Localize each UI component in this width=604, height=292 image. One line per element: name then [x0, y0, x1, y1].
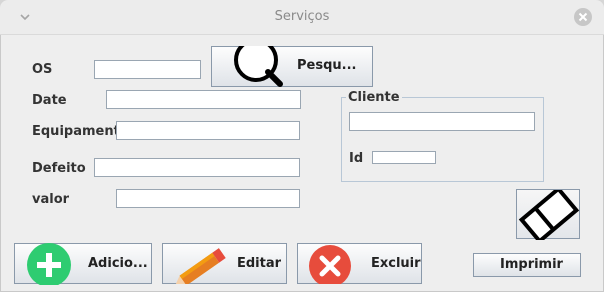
- value-label: valor: [32, 192, 70, 207]
- date-field[interactable]: [106, 90, 301, 109]
- magnifier-icon: [234, 46, 283, 87]
- client-id-field[interactable]: [372, 151, 436, 164]
- equipment-label: Equipament: [32, 124, 120, 139]
- close-window-button[interactable]: [574, 8, 592, 26]
- edit-button[interactable]: Editar: [162, 243, 287, 284]
- defect-field[interactable]: [94, 158, 300, 177]
- client-name-field[interactable]: [349, 112, 535, 131]
- eraser-icon: [518, 190, 580, 240]
- client-id-label: Id: [349, 151, 364, 166]
- x-icon: [309, 245, 351, 284]
- defect-label: Defeito: [32, 161, 86, 176]
- date-label: Date: [32, 93, 67, 108]
- add-button[interactable]: Adicio...: [14, 243, 152, 285]
- edit-button-label: Editar: [237, 256, 282, 271]
- os-field[interactable]: [94, 60, 201, 79]
- clear-button[interactable]: [516, 189, 580, 240]
- print-button[interactable]: Imprimir: [473, 253, 581, 277]
- title-bar: Serviços: [0, 0, 604, 35]
- client-group-title: Cliente: [346, 90, 402, 105]
- os-label: OS: [32, 62, 53, 77]
- delete-button-label: Excluir: [371, 256, 421, 271]
- close-icon: [578, 12, 588, 22]
- delete-button[interactable]: Excluir: [297, 243, 422, 284]
- search-button-label: Pesqu...: [297, 58, 357, 73]
- print-button-label: Imprimir: [500, 257, 563, 272]
- pencil-icon: [174, 248, 226, 284]
- plus-icon: [27, 243, 71, 285]
- value-field[interactable]: [116, 189, 300, 208]
- client-group: [341, 97, 544, 182]
- equipment-field[interactable]: [116, 121, 300, 140]
- add-button-label: Adicio...: [88, 256, 148, 271]
- search-button[interactable]: Pesqu...: [211, 46, 373, 87]
- services-window: Serviços OS Pesqu... Date Equipament Def…: [0, 0, 604, 292]
- window-title: Serviços: [274, 9, 330, 24]
